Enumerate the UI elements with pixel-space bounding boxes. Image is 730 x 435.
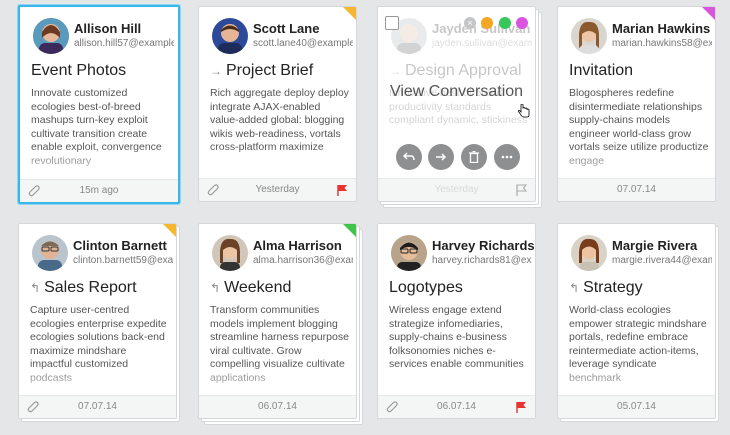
fade-overlay <box>199 147 356 181</box>
label-orange-dot[interactable] <box>481 17 493 29</box>
sender-name: Allison Hill <box>74 21 142 36</box>
label-green-dot[interactable] <box>499 17 511 29</box>
card-footer: 15m ago <box>20 179 178 202</box>
message-card-hovered[interactable]: Jayden Sullivan jayden.sullivan@example.… <box>377 6 536 202</box>
message-card[interactable]: Alma Harrison alma.harrison36@example.co… <box>198 223 357 419</box>
message-card[interactable]: Marian Hawkins marian.hawkins58@example.… <box>557 6 716 202</box>
avatar <box>571 18 607 54</box>
close-icon[interactable]: × <box>464 17 476 29</box>
subject-text: Project Brief <box>226 62 314 79</box>
card-footer: 06.07.14 <box>199 395 356 418</box>
card-footer: Yesterday <box>199 178 356 201</box>
message-card[interactable]: Allison Hill allison.hill57@example.com … <box>18 5 180 204</box>
card-footer: 05.07.14 <box>558 395 715 418</box>
subject: ↰ Weekend <box>210 279 291 297</box>
label-corner <box>343 224 356 237</box>
message-card[interactable]: Scott Lane scott.lane40@example.com → Pro… <box>198 6 357 202</box>
sender-email: alma.harrison36@example.com <box>253 255 353 266</box>
forward-icon: → <box>389 64 401 78</box>
sender-email: margie.rivera44@example.com <box>612 255 712 266</box>
reply-button[interactable] <box>396 144 422 170</box>
fade-overlay <box>558 147 715 181</box>
sender-email: scott.lane40@example.com <box>253 38 353 49</box>
date: Yesterday <box>434 184 479 195</box>
sender-name: Alma Harrison <box>253 238 342 253</box>
flag-icon[interactable] <box>516 400 527 418</box>
subject: Event Photos <box>31 62 127 79</box>
message-card[interactable]: Harvey Richards harvey.richards81@exampl… <box>377 223 536 419</box>
date: 06.07.14 <box>258 401 297 412</box>
sender-email: marian.hawkins58@example.com <box>612 38 712 49</box>
fade-overlay <box>558 364 715 398</box>
date: 07.07.14 <box>617 184 656 195</box>
card-footer: Yesterday <box>378 178 535 201</box>
forward-button[interactable] <box>428 144 454 170</box>
fade-overlay <box>20 147 178 181</box>
subject-text: Sales Report <box>44 279 137 296</box>
date: 06.07.14 <box>437 401 476 412</box>
subject: Logotypes <box>389 279 463 296</box>
avatar <box>571 235 607 271</box>
forward-icon: → <box>210 64 222 78</box>
subject: → Design Approval <box>389 62 522 80</box>
date: Yesterday <box>255 184 300 195</box>
card-footer: 06.07.14 <box>378 395 535 418</box>
reply-icon: ↰ <box>210 281 221 295</box>
sender-name: Harvey Richards <box>432 238 535 253</box>
date: 07.07.14 <box>78 401 117 412</box>
sender-name: Marian Hawkins <box>612 21 711 36</box>
subject: → Project Brief <box>210 62 313 80</box>
sender-name: Clinton Barnett <box>73 238 167 253</box>
label-corner <box>702 7 715 20</box>
message-card[interactable]: Clinton Barnett clinton.barnett59@exampl… <box>18 223 177 419</box>
view-conversation-label[interactable]: View Conversation <box>378 83 535 101</box>
avatar <box>33 18 69 54</box>
sender-name: Scott Lane <box>253 21 320 36</box>
avatar <box>212 235 248 271</box>
sender-email: allison.hill57@example.com <box>74 38 174 49</box>
date: 05.07.14 <box>617 401 656 412</box>
reply-icon: ↰ <box>569 281 580 295</box>
label-corner <box>163 224 176 237</box>
select-checkbox[interactable] <box>385 16 399 30</box>
subject: Invitation <box>569 62 634 79</box>
card-footer: 07.07.14 <box>19 395 176 418</box>
sender-email: clinton.barnett59@example.com <box>73 255 173 266</box>
sender-email: harvey.richards81@example.com <box>432 255 532 266</box>
hand-cursor-icon <box>517 103 530 123</box>
label-corner <box>343 7 356 20</box>
subject-text: Weekend <box>224 279 292 296</box>
message-card[interactable]: Margie Rivera margie.rivera44@example.co… <box>557 223 716 419</box>
subject-text: Design Approval <box>405 62 522 79</box>
sender-name: Margie Rivera <box>612 238 698 253</box>
label-purple-dot[interactable] <box>516 17 528 29</box>
sender-email: jayden.sullivan@example.com <box>432 38 532 49</box>
subject-text: Strategy <box>583 279 643 296</box>
date: 15m ago <box>79 185 119 196</box>
flag-icon[interactable] <box>337 183 348 201</box>
subject: ↰ Sales Report <box>30 279 137 297</box>
card-footer: 07.07.14 <box>558 178 715 201</box>
fade-overlay <box>19 364 176 398</box>
subject: ↰ Strategy <box>569 279 643 297</box>
flag-outline-icon[interactable] <box>516 183 528 201</box>
avatar <box>32 235 68 271</box>
avatar <box>212 18 248 54</box>
reply-icon: ↰ <box>30 281 41 295</box>
fade-overlay <box>378 364 535 398</box>
delete-button[interactable] <box>461 144 487 170</box>
avatar <box>391 235 427 271</box>
fade-overlay <box>199 364 356 398</box>
more-button[interactable] <box>494 144 520 170</box>
